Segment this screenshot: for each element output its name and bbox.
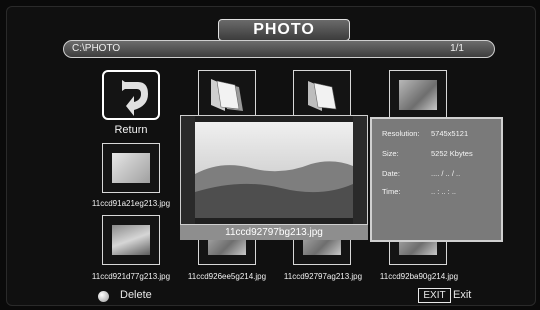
file-caption-row3-4: 11ccd92ba90g214.jpg [379,272,459,281]
date-value: .... / .. / .. [431,169,461,178]
delete-button[interactable]: Delete [120,289,152,301]
resolution-label: Resolution: [382,129,420,138]
file-caption-row3-3: 11ccd92797ag213.jpg [283,272,363,281]
file-caption-row3-1: 11ccd921d77g213.jpg [91,272,171,281]
preview-image [180,115,368,225]
page-indicator: 1/1 [450,43,464,54]
file-caption-row3-2: 11ccd926ee5g214.jpg [187,272,267,281]
file-info-panel: Resolution: 5745x5121 Size: 5252 Kbytes … [370,117,503,242]
preview-filename: 11ccd92797bg213.jpg [180,225,368,240]
photo-browser-screen: PHOTO C:\PHOTO 1/1 Return 11ccd91a21eg21… [0,0,540,310]
resolution-value: 5745x5121 [431,129,469,138]
size-label: Size: [382,149,399,158]
image-tile-2[interactable] [102,143,160,193]
exit-key[interactable]: EXIT [418,288,451,303]
image-tile-3[interactable] [102,215,160,265]
delete-dot-icon [98,291,109,302]
folder-icon [308,81,337,111]
page-title: PHOTO [218,19,350,41]
time-value: .. : .. : .. [431,187,457,196]
info-row-size: Size: 5252 Kbytes [382,149,502,158]
path-bar: C:\PHOTO 1/1 [63,40,495,58]
folder-icon [211,79,243,111]
exit-button[interactable]: Exit [453,289,471,301]
date-label: Date: [382,169,400,178]
time-label: Time: [382,187,401,196]
image-thumbnail-icon [112,225,150,255]
return-arrow-icon [122,80,148,116]
image-tile-1[interactable] [389,70,447,120]
image-thumbnail-icon [112,153,150,183]
info-row-resolution: Resolution: 5745x5121 [382,129,502,138]
preview-landscape [181,116,367,224]
info-row-time: Time: .. : .. : .. [382,187,502,196]
folder-tile-2[interactable] [293,70,351,120]
current-path: C:\PHOTO [72,43,121,54]
file-caption-1: 11ccd91a21eg213.jpg [91,199,171,208]
info-row-date: Date: .... / .. / .. [382,169,502,178]
folder-tile-1[interactable] [198,70,256,120]
return-tile[interactable] [102,70,160,120]
size-value: 5252 Kbytes [431,149,473,158]
return-label: Return [114,124,148,136]
image-thumbnail-icon [399,80,437,110]
